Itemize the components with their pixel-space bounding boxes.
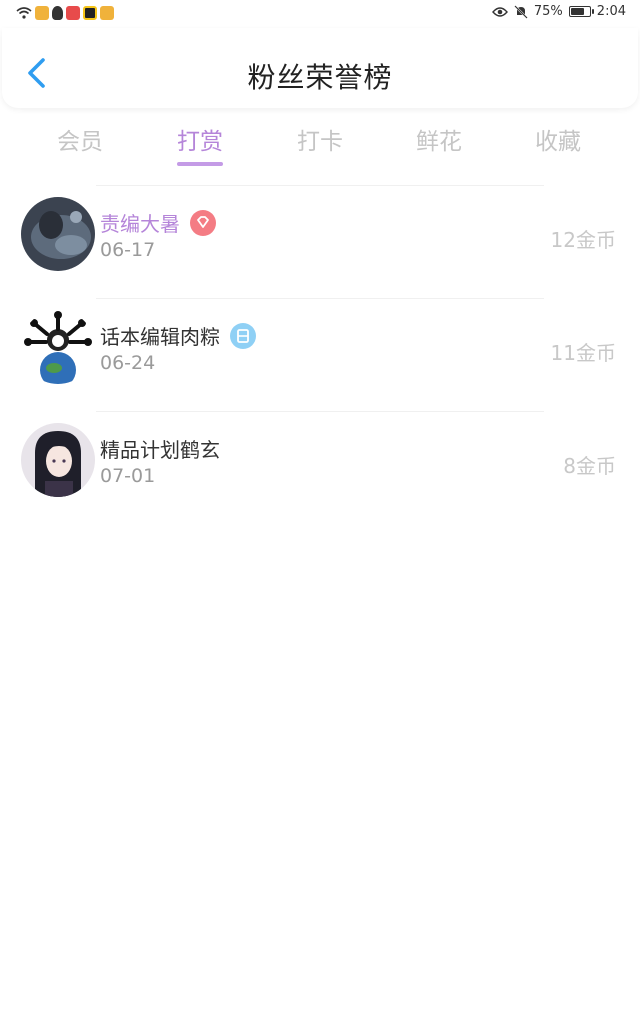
weibo-app-icon-2 <box>100 6 114 20</box>
battery-percent: 75% <box>533 4 563 19</box>
clock-time: 2:04 <box>596 4 626 19</box>
tab-favorites[interactable]: 收藏 <box>508 122 608 156</box>
fan-coins: 8金币 <box>563 454 616 478</box>
tab-bar: 会员 打赏 打卡 鲜花 收藏 <box>0 118 640 168</box>
page-header: 粉丝荣誉榜 <box>2 28 638 108</box>
notification-icons <box>16 6 114 20</box>
eye-icon <box>491 6 508 17</box>
yellow-app-icon <box>83 6 97 20</box>
fan-date: 06-24 <box>100 352 156 374</box>
tab-membership[interactable]: 会员 <box>30 122 130 156</box>
fan-name: 精品计划鹤玄 <box>100 438 220 462</box>
diamond-badge-icon <box>190 209 216 236</box>
tab-flowers[interactable]: 鲜花 <box>389 122 489 156</box>
wifi-icon <box>16 7 32 19</box>
fan-coins: 12金币 <box>550 228 616 252</box>
avatar[interactable] <box>21 310 95 384</box>
status-bar: 75% 2:04 <box>0 0 640 26</box>
avatar[interactable] <box>21 197 95 271</box>
fan-coins: 11金币 <box>550 341 616 365</box>
fan-list-item[interactable]: 话本编辑肉粽 06-24 11金币 <box>0 299 640 411</box>
fan-date: 07-01 <box>100 465 156 487</box>
official-badge-icon <box>230 322 256 349</box>
tab-checkin[interactable]: 打卡 <box>270 122 370 156</box>
fan-name: 责编大暑 <box>100 212 180 236</box>
qq-app-icon <box>52 6 63 20</box>
red-app-icon <box>66 6 80 20</box>
fan-list-item[interactable]: 精品计划鹤玄 07-01 8金币 <box>0 412 640 524</box>
fan-name: 话本编辑肉粽 <box>100 325 220 349</box>
fan-date: 06-17 <box>100 239 156 261</box>
page-title: 粉丝荣誉榜 <box>247 61 393 94</box>
active-tab-indicator <box>177 162 223 166</box>
tab-tips[interactable]: 打赏 <box>150 122 250 156</box>
avatar[interactable] <box>21 423 95 497</box>
weibo-app-icon <box>35 6 49 20</box>
mute-bell-icon <box>514 4 528 19</box>
fan-list-item[interactable]: 责编大暑 06-17 12金币 <box>0 186 640 298</box>
battery-icon <box>568 6 594 17</box>
